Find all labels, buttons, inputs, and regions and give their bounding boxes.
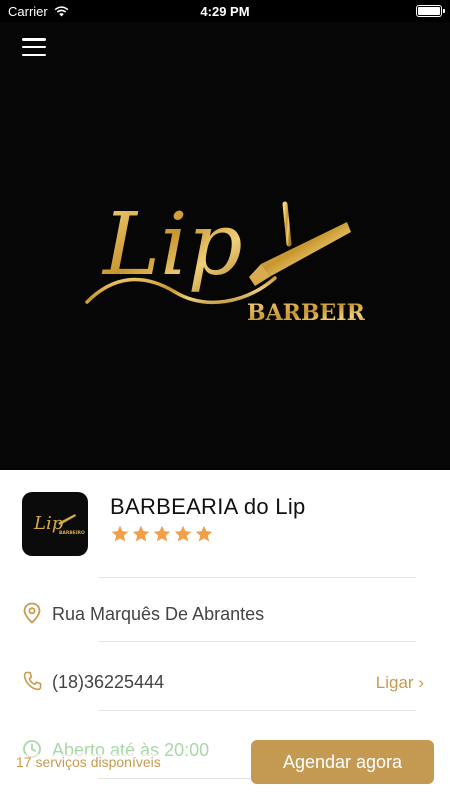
shop-phone: (18)36225444: [52, 672, 165, 692]
star-icon: [111, 525, 129, 542]
bottom-action-bar: 17 serviços disponíveis Agendar agora: [0, 736, 450, 800]
menu-icon-line: [22, 53, 46, 56]
divider: [98, 577, 416, 578]
divider: [98, 641, 416, 642]
shop-address: Rua Marquês De Abrantes: [52, 604, 265, 624]
razor-icon: [249, 201, 351, 286]
rating-stars: [110, 524, 214, 544]
status-bar: Carrier 4:29 PM: [0, 0, 450, 22]
brand-logo: Lip BARBEIRO: [85, 195, 365, 326]
menu-icon-line: [22, 38, 46, 41]
avatar-logo: Lip BARBEIRO: [33, 513, 85, 536]
phone-icon: [23, 671, 42, 691]
shop-avatar: Lip BARBEIRO: [22, 492, 88, 556]
hero-banner: Lip BARBEIRO: [0, 22, 450, 470]
star-icon: [195, 525, 213, 542]
star-icon: [153, 525, 171, 542]
menu-button[interactable]: [22, 38, 46, 56]
divider: [98, 710, 416, 711]
services-count[interactable]: 17 serviços disponíveis: [16, 754, 161, 770]
call-button[interactable]: Ligar ›: [376, 673, 424, 693]
call-label: Ligar: [375, 673, 414, 692]
chevron-right-icon: ›: [418, 673, 424, 692]
star-icon: [132, 525, 150, 542]
location-pin-icon: [23, 602, 41, 624]
clock: 4:29 PM: [200, 4, 250, 19]
battery-icon: [416, 5, 445, 17]
star-icon: [174, 525, 192, 542]
menu-icon-line: [22, 45, 46, 49]
shop-name: BARBEARIA do Lip: [110, 494, 306, 519]
book-now-button[interactable]: Agendar agora: [251, 740, 434, 784]
logo-subtext: BARBEIRO: [247, 300, 365, 326]
avatar-logo-subtext: BARBEIRO: [59, 530, 85, 536]
